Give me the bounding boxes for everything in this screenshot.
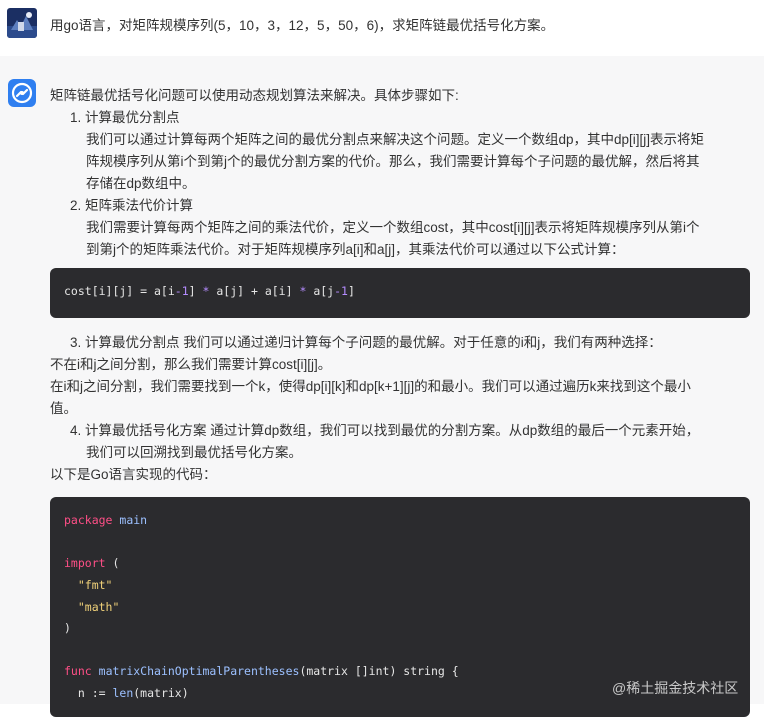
answer-intro: 矩阵链最优括号化问题可以使用动态规划算法来解决。具体步骤如下: bbox=[50, 88, 459, 103]
code-line: "math" bbox=[77, 600, 120, 614]
formula-code-block[interactable]: cost[i][j] = a[i-1] * a[j] + a[i] * a[j-… bbox=[50, 268, 750, 318]
step4-line: 4. 计算最优括号化方案 通过计算dp数组，我们可以找到最优的分割方案。从dp数… bbox=[70, 423, 700, 438]
bot-logo-icon bbox=[8, 79, 36, 107]
step1-body-line: 阵规模序列从第i个到第j个的最优分割方案的代价。那么，我们需要计算每个子问题的最… bbox=[86, 154, 700, 169]
code-line: ) bbox=[64, 621, 71, 635]
step1-body-line: 存储在dp数组中。 bbox=[86, 176, 196, 191]
choice2-line: 值。 bbox=[50, 401, 77, 416]
user-avatar-icon bbox=[7, 8, 37, 38]
formula-code-line: cost[i][j] = a[i-1] * a[j] + a[i] * a[j-… bbox=[64, 284, 355, 298]
step3-line: 3. 计算最优分割点 我们可以通过递归计算每个子问题的最优解。对于任意的i和j，… bbox=[70, 335, 662, 350]
step1-title: 1. 计算最优分割点 bbox=[70, 110, 180, 125]
user-message-text: 用go语言，对矩阵规模序列(5，10，3，12，5，50，6)，求矩阵链最优括号… bbox=[50, 18, 555, 33]
choice1-line: 不在i和j之间分割，那么我们需要计算cost[i][j]。 bbox=[50, 357, 332, 372]
code-line: n := len(matrix) bbox=[64, 686, 189, 700]
step2-body-line: 我们需要计算每两个矩阵之间的乘法代价，定义一个数组cost，其中cost[i][… bbox=[86, 220, 700, 235]
step1-body-line: 我们可以通过计算每两个矩阵之间的最优分割点来解决这个问题。定义一个数组dp，其中… bbox=[86, 132, 705, 147]
code-line: "fmt" bbox=[77, 578, 113, 592]
code-line: func matrixChainOptimalParentheses(matri… bbox=[64, 664, 459, 678]
code-line: package main bbox=[64, 513, 148, 527]
step4-line: 我们可以回溯找到最优括号化方案。 bbox=[86, 445, 302, 460]
user-message-row: 用go语言，对矩阵规模序列(5，10，3，12，5，50，6)，求矩阵链最优括号… bbox=[0, 0, 764, 56]
code-line: import ( bbox=[64, 556, 120, 570]
step2-title: 2. 矩阵乘法代价计算 bbox=[70, 198, 194, 213]
go-code-intro: 以下是Go语言实现的代码： bbox=[50, 467, 217, 482]
choice2-line: 在i和j之间分割，我们需要找到一个k，使得dp[i][k]和dp[k+1][j]… bbox=[50, 379, 691, 394]
site-watermark: @稀土掘金技术社区 bbox=[612, 680, 739, 696]
step2-body-line: 到第j个的矩阵乘法代价。对于矩阵规模序列a[i]和a[j]，其乘法代价可以通过以… bbox=[86, 242, 625, 257]
